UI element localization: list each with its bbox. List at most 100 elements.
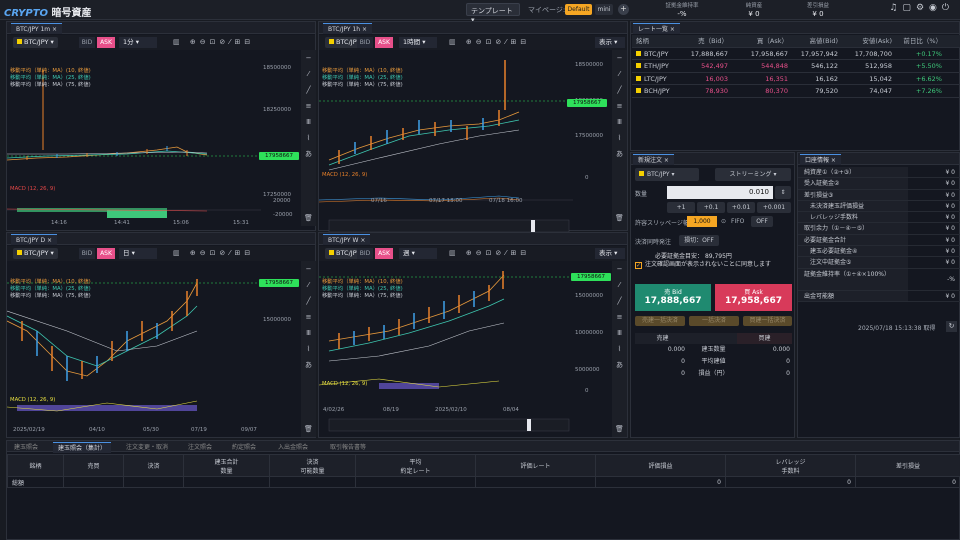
x-tick: 07/19 bbox=[191, 427, 207, 433]
confirm-checkbox[interactable]: ✓ bbox=[635, 262, 642, 269]
step-1[interactable]: +1 bbox=[667, 202, 695, 213]
tab-chart-d[interactable]: BTC/JPY D × bbox=[11, 234, 58, 245]
stat-pl: 差引損益 ¥ 0 bbox=[806, 3, 829, 18]
sell-button[interactable]: 売 Bid 17,888,667 bbox=[635, 284, 711, 311]
acct-row: 証拠金維持率（①÷④×100%） -% bbox=[798, 268, 960, 291]
bulk-close[interactable]: 一括決済 bbox=[689, 316, 739, 326]
stoploss-toggle[interactable]: 損切：OFF bbox=[679, 235, 719, 246]
tab-positions-summary[interactable]: 建玉照会（集計） bbox=[53, 442, 112, 453]
tab-new-order[interactable]: 新規注文 × bbox=[633, 154, 674, 165]
window-icon[interactable]: ▢ bbox=[902, 3, 916, 13]
bid-toggle[interactable]: BID bbox=[357, 248, 373, 259]
tab-chart-w[interactable]: BTC/JPY W × bbox=[323, 234, 371, 245]
ask-toggle[interactable]: ASK bbox=[97, 37, 115, 48]
timeframe-select[interactable]: 1時間 ▾ bbox=[399, 37, 437, 48]
tab-orders[interactable]: 注文照会 bbox=[183, 442, 217, 453]
x-tick: 15:06 bbox=[173, 220, 189, 226]
rate-row-eth[interactable]: ETH/JPY 542,497 544,848 546,122 512,958 +5.50… bbox=[632, 60, 960, 73]
margin-estimate: 必要証拠金目安： 89,795円 bbox=[655, 253, 732, 260]
timeframe-select[interactable]: 週 ▾ bbox=[399, 248, 437, 259]
ma-legend: 移動平均（単純：MA）(10, 終値) 移動平均（単純：MA）(25, 終値) 移動… bbox=[10, 68, 91, 88]
rate-row-btc[interactable]: BTC/JPY 17,888,667 17,958,667 17,957,942 17,… bbox=[632, 48, 960, 60]
order-symbol-select[interactable]: BTC/JPY ▾ bbox=[635, 168, 699, 181]
timeframe-select[interactable]: 1分 ▾ bbox=[119, 37, 157, 48]
drawing-tools[interactable]: − ⁄ ╱ ≡ Ⅲ ⌇ あ 🗑 bbox=[612, 50, 627, 230]
add-layout-button[interactable]: + bbox=[618, 4, 629, 15]
acct-row: 建玉必要証拠金④ ¥ 0 bbox=[798, 246, 960, 258]
power-icon[interactable]: ⏻ bbox=[942, 3, 954, 13]
template-dropdown[interactable]: テンプレート ▾ bbox=[466, 3, 520, 24]
fifo-icon: ⊙ bbox=[721, 218, 727, 225]
bid-toggle[interactable]: BID bbox=[79, 37, 95, 48]
tab-executions[interactable]: 約定照会 bbox=[227, 442, 261, 453]
bell-icon[interactable]: ♫ bbox=[889, 3, 902, 13]
sell-bulk-close[interactable]: 売建一括決済 bbox=[635, 316, 685, 326]
current-price-tag: 17958667 bbox=[259, 152, 299, 160]
acct-row: 差引損益③ ¥ 0 bbox=[798, 189, 960, 201]
chart-pane-d: BTC/JPY D × BTC/JPY ▾ BID ASK 日 ▾ ▥ ⊕⊖⊡⊘… bbox=[6, 232, 316, 438]
tab-reports[interactable]: 取引報告書等 bbox=[325, 442, 371, 453]
chart-tools[interactable]: ▥ ⊕⊖⊡⊘⁄⊞⊟ bbox=[449, 37, 530, 48]
qty-input[interactable]: 0.010 bbox=[667, 186, 773, 199]
y-tick: 18250000 bbox=[263, 107, 291, 113]
x-tick: 08/19 bbox=[383, 407, 399, 413]
settle-label: 決済同時発注 bbox=[635, 239, 672, 246]
tab-account[interactable]: 口座情報 × bbox=[800, 154, 841, 165]
rate-row-ltc[interactable]: LTC/JPY 16,003 16,351 16,162 15,042 +6.62% bbox=[632, 73, 960, 85]
user-icon[interactable]: ◉ bbox=[929, 3, 942, 13]
ask-toggle[interactable]: ASK bbox=[97, 248, 115, 259]
chart-tools[interactable]: ▥ ⊕⊖⊡⊘⁄⊞⊟ bbox=[449, 248, 530, 259]
tab-chart-1h[interactable]: BTC/JPY 1h × bbox=[323, 23, 373, 34]
step-0.1[interactable]: +0.1 bbox=[697, 202, 725, 213]
x-tick: 05/30 bbox=[143, 427, 159, 433]
tab-order-modify[interactable]: 注文変更・取消 bbox=[121, 442, 173, 453]
x-tick: 2025/02/19 bbox=[13, 427, 45, 433]
bid-toggle[interactable]: BID bbox=[357, 37, 373, 48]
confirm-text: 注文確認画面が表示されないことに同意します bbox=[645, 261, 772, 268]
ma-legend: 移動平均（単純：MA）(10, 終値) 移動平均（単純：MA）(25, 終値) 移動… bbox=[322, 68, 403, 88]
drawing-tools[interactable]: − ⁄ ╱ ≡ Ⅲ ⌇ あ 🗑 bbox=[612, 261, 627, 437]
tab-chart-1m[interactable]: BTC/JPY 1m × bbox=[11, 23, 63, 34]
fifo-toggle[interactable]: OFF bbox=[751, 216, 773, 227]
x-tick: 14:41 bbox=[114, 220, 130, 226]
order-mode-select[interactable]: ストリーミング ▾ bbox=[715, 168, 791, 181]
buy-button[interactable]: 買 Ask 17,958,667 bbox=[715, 284, 792, 311]
display-menu[interactable]: 表示 ▾ bbox=[595, 37, 625, 48]
account-panel: 口座情報 × 純資産①（②+③） ¥ 0 受入証拠金② ¥ 0 差引損益③ ¥ 0 未… bbox=[797, 152, 960, 438]
drawing-tools[interactable]: − ⁄ ╱ ≡ Ⅲ ⌇ あ 🗑 bbox=[301, 261, 316, 437]
ask-toggle[interactable]: ASK bbox=[375, 37, 393, 48]
symbol-select[interactable]: BTC/JPY ▾ bbox=[13, 37, 58, 48]
current-price-tag: 17958667 bbox=[571, 273, 611, 281]
x-tick: 08/04 bbox=[503, 407, 519, 413]
buy-bulk-close[interactable]: 買建一括決済 bbox=[743, 316, 792, 326]
display-menu[interactable]: 表示 ▾ bbox=[595, 248, 625, 259]
timeframe-select[interactable]: 日 ▾ bbox=[119, 248, 157, 259]
y-tick: 18500000 bbox=[263, 65, 291, 71]
macd-tick: -20000 bbox=[273, 212, 293, 218]
refresh-icon[interactable]: ↻ bbox=[946, 321, 957, 332]
tab-deposits[interactable]: 入出金照会 bbox=[273, 442, 313, 453]
fifo-label: FIFO bbox=[731, 218, 745, 225]
rate-table-header: 銘柄 売（Bid） 買（Ask） 高値(Bid) 安値(Ask) 前日比（%） bbox=[632, 35, 960, 48]
step-0.01[interactable]: +0.01 bbox=[727, 202, 755, 213]
drawing-tools[interactable]: − ⁄ ╱ ≡ Ⅲ ⌇ あ 🗑 bbox=[301, 50, 316, 226]
slip-label: 許容スリッページ幅 bbox=[635, 220, 689, 227]
tab-rate-list[interactable]: レート一覧 × bbox=[633, 23, 680, 34]
step-0.001[interactable]: +0.001 bbox=[757, 202, 791, 213]
current-price-tag: 17958667 bbox=[259, 279, 299, 287]
gear-icon[interactable]: ⚙ bbox=[916, 3, 929, 13]
macd-tick: 0 bbox=[585, 388, 589, 394]
y-tick: 15000000 bbox=[263, 317, 291, 323]
chart-tools[interactable]: ▥ ⊕⊖⊡⊘⁄⊞⊟ bbox=[173, 37, 254, 48]
mini-layout-button[interactable]: mini bbox=[595, 4, 613, 15]
ma-legend: 移動平均（単純：MA）(10, 終値) 移動平均（単純：MA）(25, 終値) 移動… bbox=[10, 279, 91, 299]
bid-toggle[interactable]: BID bbox=[79, 248, 95, 259]
qty-stepper[interactable]: ⇕ bbox=[775, 186, 791, 199]
chart-tools[interactable]: ▥ ⊕⊖⊡⊘⁄⊞⊟ bbox=[173, 248, 254, 259]
rate-row-bch[interactable]: BCH/JPY 78,930 80,370 79,520 74,047 +7.26% bbox=[632, 85, 960, 98]
slip-input[interactable]: 1,000 bbox=[687, 216, 717, 227]
ask-toggle[interactable]: ASK bbox=[375, 248, 393, 259]
symbol-select[interactable]: BTC/JPY ▾ bbox=[13, 248, 58, 259]
default-layout-button[interactable]: Default bbox=[565, 4, 592, 15]
tab-positions[interactable]: 建玉照会 bbox=[9, 442, 43, 453]
